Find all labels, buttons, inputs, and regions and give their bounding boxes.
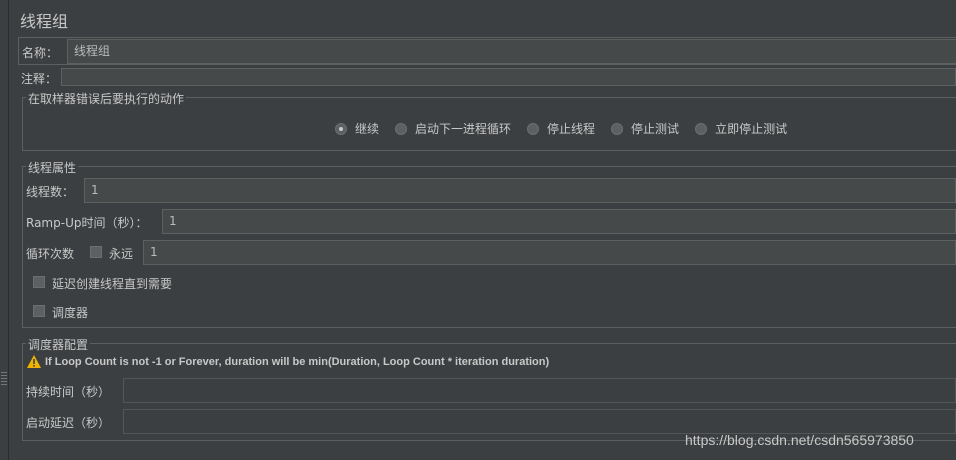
loop-count-label: 循环次数	[26, 247, 75, 261]
forever-label: 永远	[109, 247, 134, 261]
radio-continue-label: 继续	[355, 122, 380, 136]
error-action-options: 继续 启动下一进程循环 停止线程 停止测试 立即停止测试	[335, 120, 787, 137]
radio-icon[interactable]	[611, 122, 624, 135]
name-row: 名称： 线程组	[18, 37, 956, 65]
name-input[interactable]: 线程组	[67, 39, 956, 64]
delay-create-label: 延迟创建线程直到需要	[52, 277, 173, 291]
radio-stop-test-now-label: 立即停止测试	[715, 122, 788, 136]
warning-icon	[27, 355, 41, 368]
radio-start-next-loop-label: 启动下一进程循环	[415, 122, 512, 136]
radio-stop-thread[interactable]: 停止线程	[527, 120, 595, 137]
threads-label: 线程数：	[26, 185, 75, 199]
error-action-legend: 在取样器错误后要执行的动作	[26, 90, 187, 107]
radio-icon[interactable]	[695, 122, 708, 135]
watermark-text: https://blog.csdn.net/csdn565973850	[685, 432, 914, 448]
radio-stop-test[interactable]: 停止测试	[611, 120, 679, 137]
duration-label: 持续时间（秒）	[26, 385, 111, 399]
thread-props-legend: 线程属性	[26, 159, 79, 176]
splitter-grip-icon[interactable]	[1, 372, 7, 386]
radio-stop-test-label: 停止测试	[631, 122, 680, 136]
startup-delay-input[interactable]	[123, 409, 956, 434]
rampup-input[interactable]: 1	[162, 209, 956, 234]
warning-text: If Loop Count is not -1 or Forever, dura…	[45, 356, 550, 368]
rampup-label: Ramp-Up时间（秒）：	[26, 216, 148, 230]
radio-icon[interactable]	[395, 122, 408, 135]
comment-label: 注释：	[21, 72, 58, 86]
scheduler-checkbox[interactable]	[33, 305, 45, 317]
name-label: 名称：	[22, 46, 59, 60]
scheduler-config-legend: 调度器配置	[26, 336, 91, 353]
startup-delay-label: 启动延迟（秒）	[26, 416, 111, 430]
scheduler-label: 调度器	[52, 306, 89, 320]
radio-start-next-loop[interactable]: 启动下一进程循环	[395, 120, 511, 137]
radio-continue[interactable]: 继续	[335, 120, 379, 137]
radio-stop-test-now[interactable]: 立即停止测试	[695, 120, 787, 137]
duration-input[interactable]	[123, 378, 956, 403]
threads-input[interactable]: 1	[84, 178, 956, 203]
left-splitter[interactable]	[0, 0, 9, 460]
radio-stop-thread-label: 停止线程	[547, 122, 596, 136]
radio-selected-icon[interactable]	[335, 122, 347, 135]
delay-create-checkbox[interactable]	[33, 276, 45, 288]
panel-title: 线程组	[20, 12, 69, 31]
radio-icon[interactable]	[527, 122, 540, 135]
comment-input[interactable]	[61, 68, 956, 86]
forever-checkbox[interactable]	[90, 246, 102, 258]
loop-count-input[interactable]: 1	[143, 240, 956, 265]
